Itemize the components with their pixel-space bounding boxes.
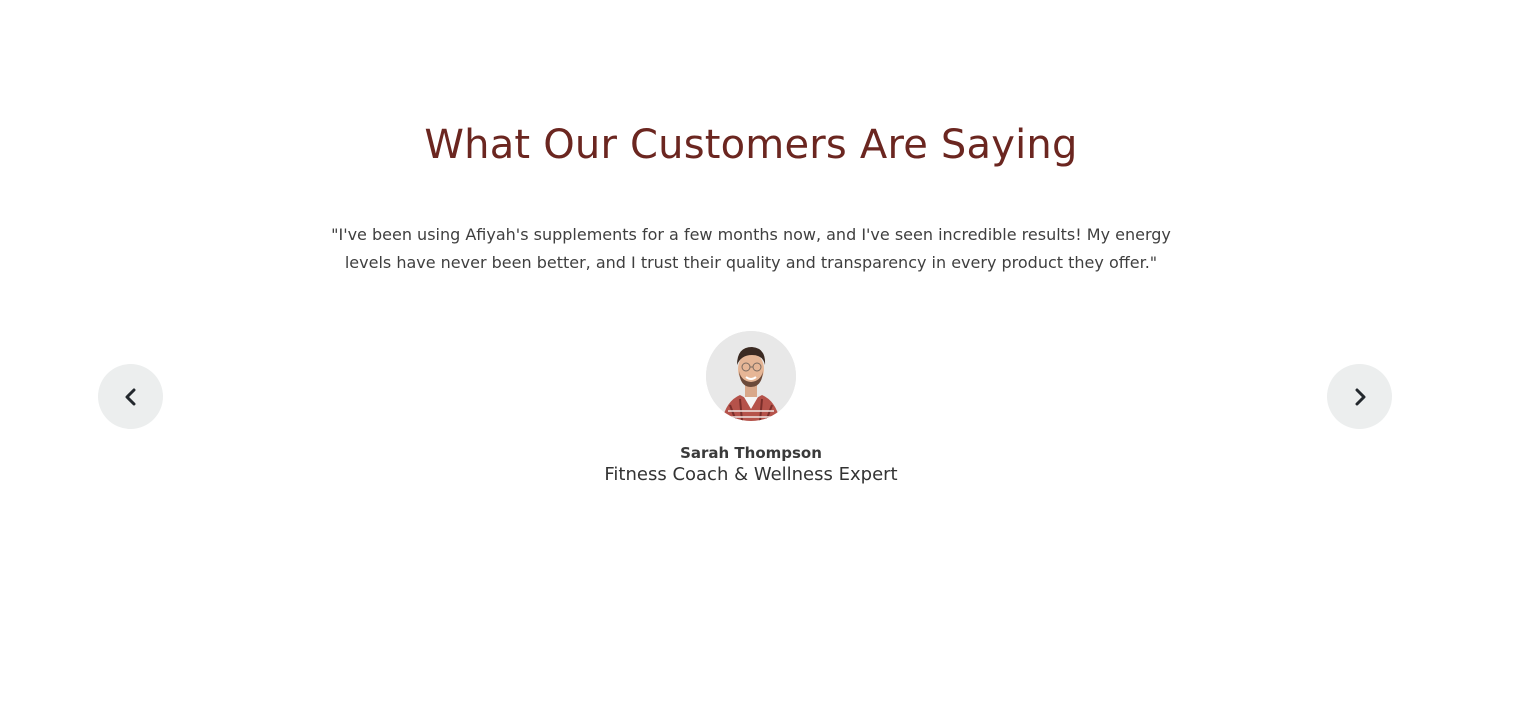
chevron-left-icon <box>124 388 138 406</box>
section-heading: What Our Customers Are Saying <box>424 122 1078 168</box>
avatar-photo <box>706 331 796 421</box>
testimonial-quote: "I've been using Afiyah's supplements fo… <box>331 225 1171 272</box>
chevron-right-icon <box>1353 388 1367 406</box>
author-avatar <box>706 331 796 421</box>
next-testimonial-button[interactable] <box>1327 364 1392 429</box>
previous-testimonial-button[interactable] <box>98 364 163 429</box>
testimonials-section: What Our Customers Are Saying "I've been… <box>0 0 1525 720</box>
author-name: Sarah Thompson <box>680 444 822 462</box>
author-role: Fitness Coach & Wellness Expert <box>604 464 898 485</box>
